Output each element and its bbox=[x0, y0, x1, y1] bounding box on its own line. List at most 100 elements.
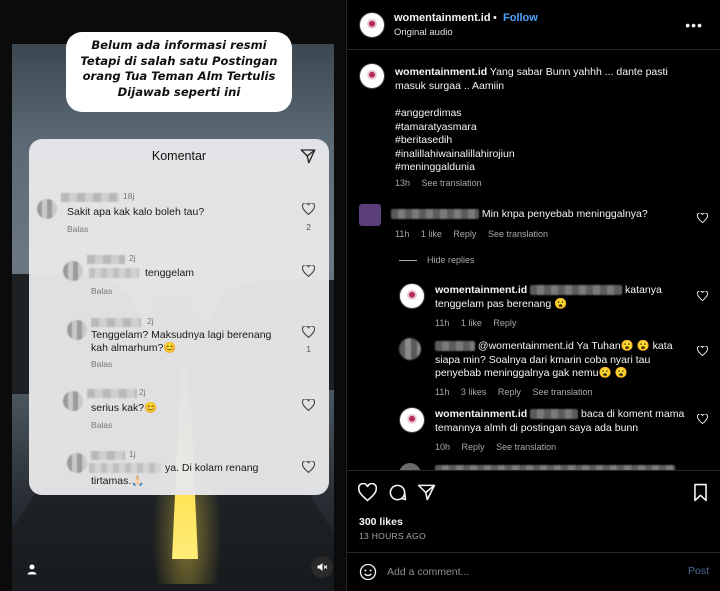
see-translation-link[interactable]: See translation bbox=[496, 442, 556, 452]
reply-button[interactable]: Reply bbox=[498, 387, 521, 397]
heart-icon bbox=[302, 399, 315, 411]
reply-avatar[interactable] bbox=[399, 283, 425, 309]
blurred-mention bbox=[530, 409, 579, 420]
blurred-avatar bbox=[63, 261, 83, 281]
like-icon[interactable] bbox=[358, 483, 377, 502]
reply-username[interactable]: womentainment.id bbox=[435, 408, 527, 420]
like-count[interactable]: 1 like bbox=[461, 318, 482, 328]
heart-icon bbox=[302, 326, 315, 338]
reply-time: 11h bbox=[435, 318, 450, 328]
bookmark-icon[interactable] bbox=[691, 483, 710, 502]
likes-count[interactable]: 300 likes bbox=[359, 516, 403, 528]
post-actions: 300 likes 13 HOURS AGO bbox=[347, 470, 720, 550]
comment-text: tenggelam bbox=[145, 267, 195, 279]
commenter-avatar[interactable] bbox=[359, 204, 381, 226]
heart-icon[interactable] bbox=[697, 213, 708, 223]
comment-text: Sakit apa kak kalo boleh tau? bbox=[67, 206, 205, 218]
follow-button[interactable]: Follow bbox=[503, 12, 538, 24]
hide-replies-button[interactable]: Hide replies bbox=[399, 255, 475, 265]
brand-logo-icon bbox=[366, 70, 378, 82]
caption-username[interactable]: womentainment.id bbox=[395, 66, 487, 78]
like-count[interactable]: 3 likes bbox=[461, 387, 487, 397]
blurred-mention bbox=[530, 285, 623, 296]
brand-logo-icon bbox=[406, 414, 418, 426]
brand-logo-icon bbox=[366, 19, 378, 31]
see-translation-link[interactable]: See translation bbox=[422, 178, 482, 188]
caption-time: 13h bbox=[395, 178, 411, 188]
blurred-username bbox=[91, 451, 125, 460]
reply-mention[interactable]: @womentainment.id bbox=[478, 340, 574, 352]
reply-avatar[interactable] bbox=[399, 407, 425, 433]
like-count[interactable]: 1 like bbox=[421, 229, 442, 239]
reel-video[interactable]: Belum ada informasi resmi Tetapi di sala… bbox=[0, 0, 346, 591]
hide-replies-label: Hide replies bbox=[427, 255, 475, 265]
reply-link: Balas bbox=[91, 359, 113, 369]
see-translation-link[interactable]: See translation bbox=[488, 229, 548, 239]
blurred-mention bbox=[89, 268, 139, 278]
brand-logo-icon bbox=[406, 290, 418, 302]
comment-time: 1j bbox=[129, 449, 136, 459]
hashtag[interactable]: #inalillahiwainalillahirojiun bbox=[395, 148, 515, 162]
reply-time: 10h bbox=[435, 442, 451, 452]
sheet-comment: 2j serius kak?😊 Balas bbox=[29, 387, 329, 435]
caption-meta: 13h See translation bbox=[395, 178, 491, 188]
reply-avatar bbox=[399, 463, 421, 470]
comment: Min knpa penyebab meninggalnya? bbox=[391, 208, 681, 222]
comment-icon[interactable] bbox=[388, 483, 407, 502]
divider bbox=[399, 260, 417, 262]
reply-time: 11h bbox=[435, 387, 450, 397]
hashtag[interactable]: #tamaratyasmara bbox=[395, 121, 515, 135]
comment-input[interactable] bbox=[387, 562, 667, 582]
comment-meta: 11h 1 like Reply See translation bbox=[395, 229, 557, 239]
emoji-icon[interactable] bbox=[359, 563, 377, 581]
speaker-muted-icon bbox=[317, 563, 328, 571]
sheet-title: Komentar bbox=[151, 149, 207, 163]
reply-username[interactable]: womentainment.id bbox=[435, 284, 527, 296]
hashtag[interactable]: #meninggaldunia bbox=[395, 161, 515, 175]
reply-meta: 11h 3 likes Reply See translation bbox=[435, 387, 601, 397]
account-avatar[interactable] bbox=[359, 12, 385, 38]
comment-time: 2j bbox=[129, 253, 136, 263]
banner-line: orang Tua Teman Alm Tertulis bbox=[82, 69, 276, 83]
post-panel: womentainment.id • Follow Original audio… bbox=[346, 0, 720, 591]
comment-text: Tenggelam? Maksudnya lagi berenang kah a… bbox=[91, 329, 272, 354]
banner-line: Dijawab seperti ini bbox=[117, 84, 241, 99]
blurred-avatar bbox=[67, 453, 87, 473]
post-username[interactable]: womentainment.id bbox=[394, 12, 491, 24]
caption: womentainment.id Yang sabar Bunn yahhh .… bbox=[395, 66, 695, 93]
comment-time: 2j bbox=[147, 316, 154, 326]
heart-icon[interactable] bbox=[697, 346, 708, 356]
reply: womentainment.id katanya tenggelam pas b… bbox=[435, 284, 675, 311]
user-icon[interactable] bbox=[26, 563, 38, 575]
reply-button[interactable]: Reply bbox=[493, 318, 516, 328]
share-icon[interactable] bbox=[417, 483, 436, 502]
heart-icon[interactable] bbox=[697, 291, 708, 301]
reply-button[interactable]: Reply bbox=[462, 442, 485, 452]
heart-icon bbox=[302, 265, 315, 277]
blurred-avatar bbox=[63, 391, 83, 411]
separator-dot: • bbox=[493, 12, 497, 24]
video-text-banner: Belum ada informasi resmi Tetapi di sala… bbox=[66, 32, 292, 112]
sheet-comment: 18j Sakit apa kak kalo boleh tau? Balas … bbox=[29, 191, 329, 239]
post-comment-button[interactable]: Post bbox=[688, 565, 709, 577]
more-options-icon[interactable]: ••• bbox=[685, 17, 703, 33]
comment-text: serius kak?😊 bbox=[91, 402, 158, 414]
reply-avatar[interactable] bbox=[399, 338, 421, 360]
sheet-comment: 2j tenggelam Balas bbox=[29, 253, 329, 301]
comment-time: 11h bbox=[395, 229, 410, 239]
reply-link: Balas bbox=[91, 286, 113, 296]
like-count: 1 bbox=[306, 344, 311, 354]
audio-label[interactable]: Original audio bbox=[394, 27, 453, 38]
hashtag[interactable]: #anggerdimas bbox=[395, 107, 515, 121]
heart-icon bbox=[302, 203, 315, 215]
banner-line: Tetapi di salah satu Postingan bbox=[80, 53, 278, 68]
see-translation-link[interactable]: See translation bbox=[532, 387, 592, 397]
comment-time: 18j bbox=[123, 191, 135, 201]
mute-button[interactable] bbox=[311, 556, 333, 578]
heart-icon[interactable] bbox=[697, 414, 708, 424]
caption-avatar[interactable] bbox=[359, 63, 385, 89]
hashtag[interactable]: #beritasedih bbox=[395, 134, 515, 148]
reply: @womentainment.id Ya Tuhan😮 😮 kata siapa… bbox=[435, 340, 675, 381]
send-icon bbox=[300, 149, 316, 164]
reply-button[interactable]: Reply bbox=[453, 229, 476, 239]
